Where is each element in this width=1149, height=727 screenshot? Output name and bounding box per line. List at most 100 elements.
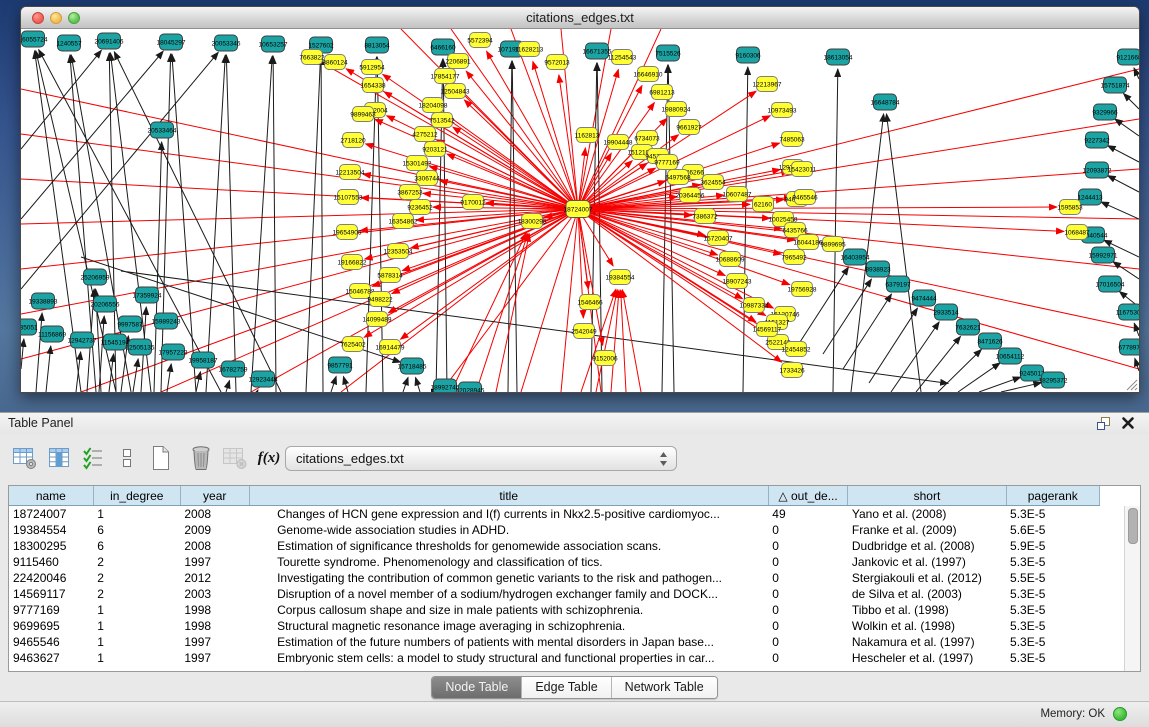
graph-node-yellow[interactable]: 9777169 — [654, 155, 680, 170]
cell-year[interactable]: 1997 — [180, 650, 249, 666]
cell-title[interactable]: Genome-wide association studies in ADHD. — [249, 522, 768, 538]
cell-short[interactable]: Wolkin et al. (1998) — [848, 618, 1006, 634]
graph-node-teal[interactable]: 12505135 — [126, 339, 155, 355]
graph-node-yellow[interactable]: 19384554 — [606, 270, 635, 285]
cell-title[interactable]: Estimation of the future numbers of pati… — [249, 634, 768, 650]
graph-node-teal[interactable]: 16782759 — [219, 361, 248, 377]
cell-short[interactable]: Franke et al. (2009) — [848, 522, 1006, 538]
table-row[interactable]: 1830029562008Estimation of significance … — [9, 538, 1140, 554]
graph-node-teal[interactable]: 18295372 — [1039, 372, 1068, 388]
table-row[interactable]: 946362711997Embryonic stem cells: a mode… — [9, 650, 1140, 666]
cell-name[interactable]: 14569117 — [9, 586, 93, 602]
cell-pagerank[interactable]: 5.3E-5 — [1006, 602, 1099, 618]
cell-year[interactable]: 2009 — [180, 522, 249, 538]
cell-year[interactable]: 1997 — [180, 634, 249, 650]
cell-pagerank[interactable]: 5.3E-5 — [1006, 586, 1099, 602]
table-row[interactable]: 1872400712008Changes of HCN gene express… — [9, 506, 1140, 523]
new-document-icon[interactable] — [146, 443, 176, 473]
graph-node-yellow[interactable]: 20364456 — [676, 188, 705, 203]
cell-in_degree[interactable]: 1 — [93, 634, 180, 650]
graph-node-teal[interactable]: 12093872 — [1083, 162, 1112, 178]
cell-pagerank[interactable]: 5.3E-5 — [1006, 618, 1099, 634]
delete-trash-icon[interactable] — [186, 443, 216, 473]
graph-node-yellow[interactable]: 15301492 — [403, 156, 432, 171]
tab-edge-table[interactable]: Edge Table — [522, 677, 611, 698]
cell-pagerank[interactable]: 5.3E-5 — [1006, 650, 1099, 666]
cell-pagerank[interactable]: 5.6E-5 — [1006, 522, 1099, 538]
graph-node-teal[interactable]: 20691406 — [95, 33, 124, 49]
table-row[interactable]: 911546021997Tourette syndrome. Phenomeno… — [9, 554, 1140, 570]
graph-node-yellow[interactable]: 1068487 — [1064, 225, 1090, 240]
graph-node-teal[interactable]: 7632621 — [955, 319, 981, 335]
graph-node-teal[interactable]: 17016504 — [1096, 276, 1125, 292]
vertical-scrollbar[interactable] — [1124, 506, 1140, 671]
window-resize-grip[interactable] — [1125, 378, 1138, 391]
graph-node-yellow[interactable]: 1546466 — [577, 295, 603, 310]
graph-node-teal[interactable]: 6466160 — [430, 39, 456, 55]
graph-node-teal[interactable]: 9160306 — [735, 47, 761, 63]
graph-node-yellow[interactable]: 11628213 — [515, 42, 544, 57]
graph-node-yellow[interactable]: 19654905 — [333, 225, 362, 240]
graph-node-yellow[interactable]: 2542049 — [571, 324, 597, 339]
cell-short[interactable]: Jankovic et al. (1997) — [848, 554, 1006, 570]
graph-node-teal[interactable]: 12923448 — [249, 371, 278, 387]
table-settings-icon[interactable] — [10, 443, 40, 473]
cell-year[interactable]: 2012 — [180, 570, 249, 586]
cell-title[interactable]: Changes of HCN gene expression and I(f) … — [249, 506, 768, 523]
graph-node-yellow[interactable]: 1595853 — [1057, 200, 1083, 215]
graph-node-yellow[interactable]: 14099489 — [363, 312, 392, 327]
column-header-title[interactable]: title — [249, 486, 768, 506]
select-columns-icon[interactable] — [44, 443, 74, 473]
graph-node-yellow[interactable]: 7663822 — [299, 50, 325, 65]
graph-node-yellow[interactable]: 19756928 — [788, 282, 817, 297]
graph-node-yellow[interactable]: 16914479 — [376, 340, 405, 355]
cell-out_degree[interactable]: 0 — [768, 602, 848, 618]
graph-node-yellow[interactable]: 7965492 — [781, 250, 807, 265]
graph-node-teal[interactable]: 9474444 — [911, 290, 937, 306]
graph-node-yellow[interactable]: 9899695 — [820, 237, 846, 252]
graph-node-yellow[interactable]: 14569117 — [753, 322, 782, 337]
cell-pagerank[interactable]: 5.5E-5 — [1006, 570, 1099, 586]
graph-node-yellow[interactable]: 16646910 — [634, 67, 663, 82]
graph-node-yellow[interactable]: 3867253 — [397, 185, 423, 200]
cell-name[interactable]: 18724007 — [9, 506, 93, 523]
cell-out_degree[interactable]: 0 — [768, 554, 848, 570]
graph-node-teal[interactable]: 9121668 — [1116, 49, 1139, 65]
cell-in_degree[interactable]: 1 — [93, 650, 180, 666]
cell-year[interactable]: 1998 — [180, 618, 249, 634]
graph-node-yellow[interactable]: 9498222 — [367, 292, 393, 307]
graph-node-yellow[interactable]: 10987334 — [740, 298, 769, 313]
graph-node-yellow[interactable]: 15720407 — [704, 231, 733, 246]
graph-node-yellow[interactable]: 2718120 — [340, 133, 366, 148]
graph-node-teal[interactable]: 12028945 — [456, 382, 485, 392]
graph-node-yellow[interactable]: 4275212 — [412, 127, 438, 142]
graph-node-teal[interactable]: 17957223 — [159, 344, 188, 360]
network-canvas[interactable]: 1605572412405572069140618045297200533461… — [21, 29, 1139, 392]
graph-node-yellow[interactable]: 7485063 — [779, 132, 805, 147]
cell-title[interactable]: Tourette syndrome. Phenomenology and cla… — [249, 554, 768, 570]
cell-out_degree[interactable]: 0 — [768, 618, 848, 634]
graph-node-teal[interactable]: 15751874 — [1101, 77, 1130, 93]
table-row[interactable]: 1456911722003Disruption of a novel membe… — [9, 586, 1140, 602]
graph-node-teal[interactable]: 6379197 — [885, 276, 911, 292]
float-panel-icon[interactable] — [1096, 416, 1111, 431]
column-header-in_degree[interactable]: in_degree — [93, 486, 180, 506]
graph-node-yellow[interactable]: 9572013 — [544, 55, 570, 70]
memory-ok-indicator-icon[interactable] — [1113, 707, 1127, 721]
cell-year[interactable]: 2008 — [180, 538, 249, 554]
graph-node-yellow[interactable]: 5572394 — [467, 33, 493, 48]
network-view-window[interactable]: citations_edges.txt 16055724124055720691… — [20, 6, 1140, 393]
graph-node-yellow[interactable]: 18907243 — [723, 274, 752, 289]
cell-title[interactable]: Estimation of significance thresholds fo… — [249, 538, 768, 554]
graph-node-teal[interactable]: 8471626 — [977, 333, 1003, 349]
row-height-icon[interactable] — [112, 443, 142, 473]
graph-node-yellow[interactable]: 9465546 — [792, 190, 818, 205]
table-row[interactable]: 1938455462009Genome-wide association stu… — [9, 522, 1140, 538]
cell-in_degree[interactable]: 6 — [93, 538, 180, 554]
cell-name[interactable]: 9699695 — [9, 618, 93, 634]
graph-node-teal[interactable]: 12942737 — [68, 332, 97, 348]
graph-node-yellow[interactable]: 3306744 — [414, 171, 440, 186]
graph-node-yellow[interactable]: 19904448 — [604, 135, 633, 150]
column-header-year[interactable]: year — [180, 486, 249, 506]
cell-pagerank[interactable]: 5.3E-5 — [1006, 506, 1099, 523]
